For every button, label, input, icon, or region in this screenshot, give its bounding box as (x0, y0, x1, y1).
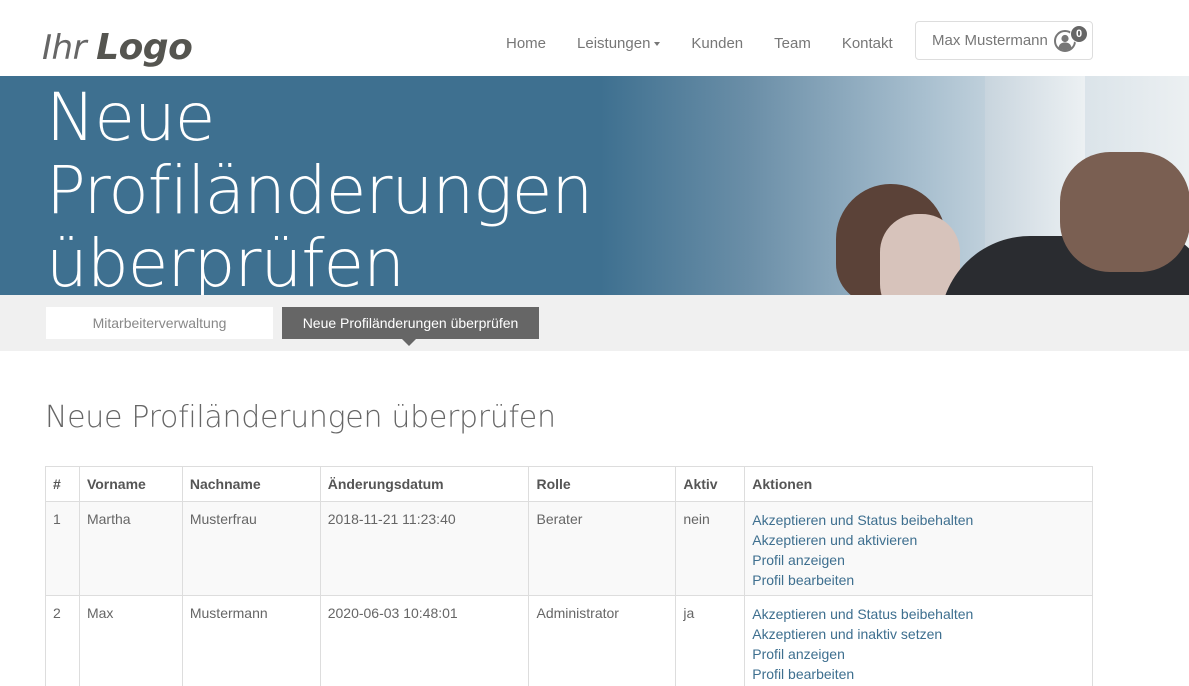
logo-bold-text: Logo (96, 27, 193, 68)
cell-aktiv: ja (675, 595, 746, 686)
nav-team[interactable]: Team (774, 35, 811, 52)
cell-datum: 2018-11-21 11:23:40 (319, 501, 530, 596)
edit-profile-link[interactable]: Profil bearbeiten (752, 570, 1085, 590)
cell-actions: Akzeptieren und Status beibehalten Akzep… (744, 595, 1093, 686)
logo-light-text: Ihr (42, 28, 87, 68)
column-header-nachname: Nachname (181, 466, 321, 502)
nav-kontakt[interactable]: Kontakt (842, 35, 893, 52)
column-header-vorname: Vorname (78, 466, 183, 502)
view-profile-link[interactable]: Profil anzeigen (752, 550, 1085, 570)
column-header-rolle: Rolle (528, 466, 677, 502)
hero-title-line-1: Neue (46, 79, 215, 156)
site-header: Ihr Logo Home Leistungen Kunden Team Kon… (0, 0, 1189, 76)
page-title: Neue Profiländerungen überprüfen (45, 400, 556, 435)
cell-nachname: Musterfrau (181, 501, 321, 596)
notification-badge: 0 (1070, 25, 1088, 43)
accept-keep-status-link[interactable]: Akzeptieren und Status beibehalten (752, 510, 1085, 530)
accept-activate-link[interactable]: Akzeptieren und aktivieren (752, 530, 1085, 550)
column-header-number: # (45, 466, 80, 502)
table-row: 2 Max Mustermann 2020-06-03 10:48:01 Adm… (45, 595, 1093, 686)
hero-banner: Neue Profiländerungen überprüfen (0, 76, 1189, 295)
profile-changes-table: # Vorname Nachname Änderungsdatum Rolle … (45, 466, 1093, 686)
cell-rolle: Administrator (528, 595, 677, 686)
column-header-aktiv: Aktiv (675, 466, 746, 502)
hero-title: Neue Profiländerungen überprüfen (46, 81, 666, 295)
table-row: 1 Martha Musterfrau 2018-11-21 11:23:40 … (45, 501, 1093, 596)
breadcrumb: Mitarbeiterverwaltung Neue Profiländerun… (0, 295, 1189, 351)
cell-datum: 2020-06-03 10:48:01 (319, 595, 530, 686)
nav-team-label: Team (774, 35, 811, 52)
cell-aktiv: nein (675, 501, 746, 596)
breadcrumb-active-profilaenderungen[interactable]: Neue Profiländerungen überprüfen (282, 307, 539, 346)
accept-deactivate-link[interactable]: Akzeptieren und inaktiv setzen (752, 624, 1085, 644)
cell-rolle: Berater (528, 501, 677, 596)
logo[interactable]: Ihr Logo (42, 26, 193, 69)
column-header-aenderungsdatum: Änderungsdatum (319, 466, 530, 502)
nav-leistungen[interactable]: Leistungen (577, 35, 661, 52)
view-profile-link[interactable]: Profil anzeigen (752, 644, 1085, 664)
cell-number: 1 (45, 501, 80, 596)
user-menu-button[interactable]: Max Mustermann 0 (915, 21, 1093, 60)
table-header-row: # Vorname Nachname Änderungsdatum Rolle … (45, 466, 1093, 502)
cell-nachname: Mustermann (181, 595, 321, 686)
edit-profile-link[interactable]: Profil bearbeiten (752, 664, 1085, 684)
hero-title-line-2: Profiländerungen (46, 152, 593, 229)
nav-kunden[interactable]: Kunden (691, 35, 743, 52)
hero-title-line-3: überprüfen (46, 225, 405, 295)
nav-home[interactable]: Home (506, 35, 546, 52)
accept-keep-status-link[interactable]: Akzeptieren und Status beibehalten (752, 604, 1085, 624)
hero-photo-woman-face (880, 214, 960, 295)
nav-home-label: Home (506, 35, 547, 52)
user-name: Max Mustermann (932, 32, 1048, 49)
main-nav: Home Leistungen Kunden Team Kontakt (506, 35, 924, 52)
breadcrumb-mitarbeiterverwaltung[interactable]: Mitarbeiterverwaltung (46, 307, 273, 339)
nav-kontakt-label: Kontakt (841, 35, 893, 52)
hero-photo-man-head (1060, 152, 1189, 272)
column-header-aktionen: Aktionen (744, 466, 1093, 502)
nav-kunden-label: Kunden (691, 35, 744, 52)
cell-vorname: Max (78, 595, 183, 686)
caret-down-icon (654, 42, 661, 47)
cell-number: 2 (45, 595, 80, 686)
cell-actions: Akzeptieren und Status beibehalten Akzep… (744, 501, 1093, 596)
nav-leistungen-label: Leistungen (577, 35, 651, 52)
cell-vorname: Martha (78, 501, 183, 596)
